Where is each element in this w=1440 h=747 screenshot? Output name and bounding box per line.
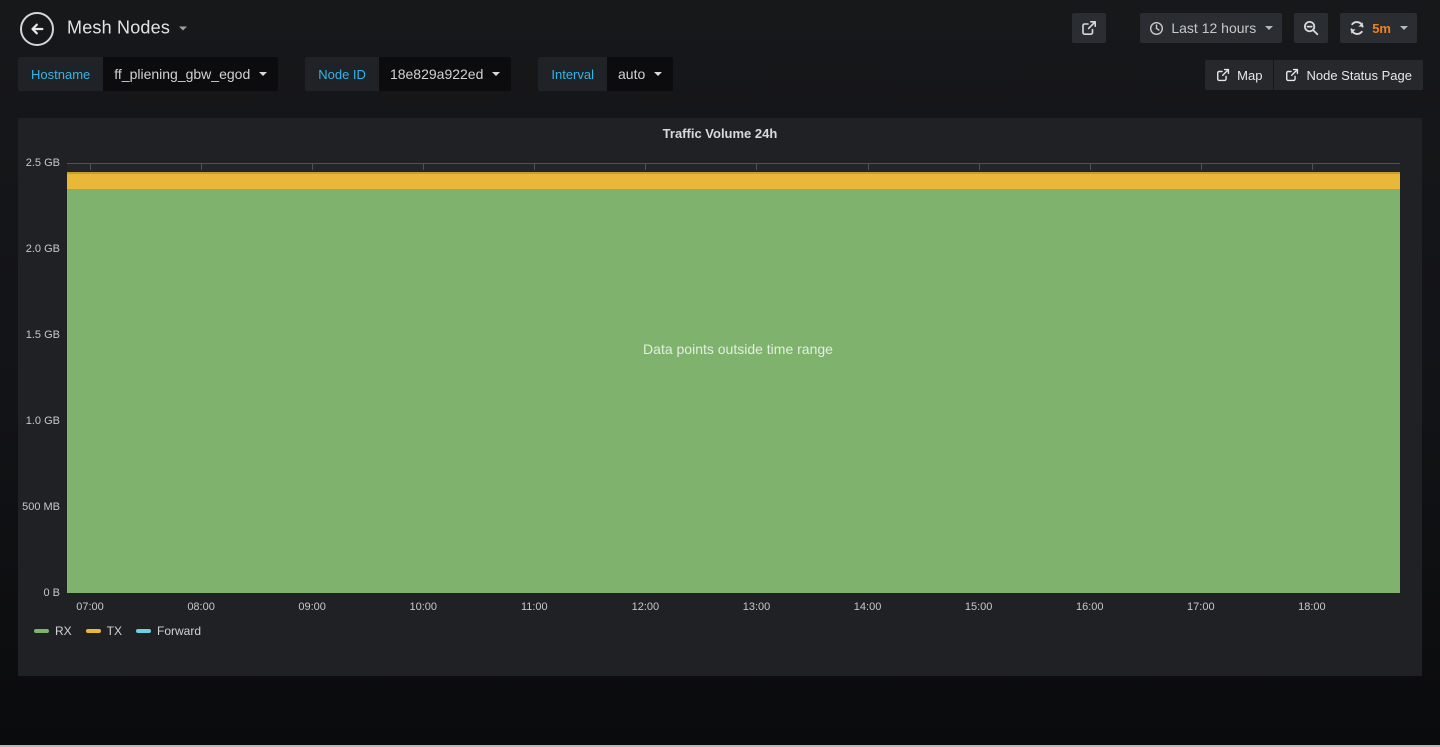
- variable-hostname-value: ff_pliening_gbw_egod: [114, 66, 250, 82]
- x-tick-label: 16:00: [1076, 601, 1104, 613]
- axis-tick-mark: [90, 164, 91, 170]
- refresh-button[interactable]: 5m: [1340, 13, 1417, 43]
- legend-series-name: Forward: [157, 624, 201, 638]
- zoom-out-icon: [1303, 20, 1319, 36]
- series-band-tx: [67, 172, 1400, 189]
- legend-item-rx[interactable]: RX: [34, 624, 72, 638]
- x-tick-label: 11:00: [521, 601, 548, 613]
- traffic-volume-panel: Traffic Volume 24h 2.5 GB 2.0 GB 1.5 GB 1.0…: [18, 118, 1422, 676]
- back-button[interactable]: [20, 12, 54, 46]
- variable-interval-value: auto: [618, 66, 645, 82]
- template-variables: Hostname ff_pliening_gbw_egod Node ID 18…: [18, 57, 673, 91]
- axis-tick-mark: [1312, 164, 1313, 170]
- x-tick-label: 18:00: [1298, 601, 1326, 613]
- legend-item-tx[interactable]: TX: [86, 624, 122, 638]
- node-status-page-link-label: Node Status Page: [1306, 68, 1412, 83]
- x-tick-label: 13:00: [743, 601, 771, 613]
- axis-tick-mark: [534, 164, 535, 170]
- axis-tick-mark: [645, 164, 646, 170]
- grafana-dashboard: Mesh Nodes Last 12 ho: [0, 0, 1440, 747]
- refresh-icon: [1349, 20, 1365, 36]
- series-band-rx: [67, 189, 1400, 593]
- axis-tick-mark: [979, 164, 980, 170]
- x-tick-label: 15:00: [965, 601, 993, 613]
- share-button[interactable]: [1072, 13, 1106, 43]
- dashboard-toolbar: Last 12 hours: [1072, 13, 1417, 43]
- y-tick-label: 1.5 GB: [18, 329, 60, 341]
- time-range-picker[interactable]: Last 12 hours: [1140, 13, 1282, 43]
- chevron-down-icon: [1400, 26, 1408, 30]
- header-bar: Mesh Nodes Last 12 ho: [0, 0, 1440, 56]
- variable-nodeid-label: Node ID: [305, 57, 379, 91]
- variable-hostname-select[interactable]: ff_pliening_gbw_egod: [103, 57, 278, 91]
- chevron-down-icon: [179, 26, 187, 30]
- legend-series-name: RX: [55, 624, 72, 638]
- node-status-page-link-button[interactable]: Node Status Page: [1274, 60, 1423, 90]
- plot-area[interactable]: Data points outside time range: [67, 163, 1400, 593]
- panel-title[interactable]: Traffic Volume 24h: [18, 118, 1422, 141]
- y-tick-label: 2.0 GB: [18, 243, 60, 255]
- chevron-down-icon: [492, 72, 500, 76]
- y-tick-label: 0 B: [18, 587, 60, 599]
- external-link-icon: [1285, 68, 1299, 82]
- share-icon: [1081, 20, 1097, 36]
- axis-tick-mark: [1090, 164, 1091, 170]
- x-tick-label: 08:00: [187, 601, 215, 613]
- time-range-label: Last 12 hours: [1171, 20, 1256, 36]
- dashboard-title-dropdown[interactable]: Mesh Nodes: [67, 18, 187, 39]
- axis-tick-mark: [201, 164, 202, 170]
- map-link-label: Map: [1237, 68, 1262, 83]
- y-tick-label: 2.5 GB: [18, 157, 60, 169]
- axis-tick-mark: [868, 164, 869, 170]
- variable-hostname-label: Hostname: [18, 57, 103, 91]
- map-link-button[interactable]: Map: [1205, 60, 1273, 90]
- variable-nodeid-select[interactable]: 18e829a922ed: [379, 57, 511, 91]
- x-tick-label: 09:00: [298, 601, 326, 613]
- arrow-left-icon: [28, 20, 46, 38]
- legend-color-dash: [34, 629, 49, 633]
- dashboard-links: Map Node Status Page: [1205, 60, 1423, 90]
- legend-series-name: TX: [107, 624, 122, 638]
- variable-interval: Interval auto: [538, 57, 673, 91]
- submenu-bar: Hostname ff_pliening_gbw_egod Node ID 18…: [0, 56, 1440, 102]
- variable-nodeid-value: 18e829a922ed: [390, 66, 483, 82]
- y-tick-label: 500 MB: [18, 501, 60, 513]
- chevron-down-icon: [259, 72, 267, 76]
- variable-interval-label: Interval: [538, 57, 607, 91]
- zoom-out-button[interactable]: [1294, 13, 1328, 43]
- y-axis: 2.5 GB2.0 GB1.5 GB1.0 GB500 MB0 B: [18, 163, 60, 593]
- legend-color-dash: [136, 629, 151, 633]
- legend: RX TX Forward: [34, 624, 201, 638]
- external-link-icon: [1216, 68, 1230, 82]
- legend-item-forward[interactable]: Forward: [136, 624, 201, 638]
- refresh-interval-label: 5m: [1372, 21, 1391, 36]
- x-tick-label: 07:00: [76, 601, 104, 613]
- y-tick-label: 1.0 GB: [18, 415, 60, 427]
- legend-color-dash: [86, 629, 101, 633]
- x-axis: 07:00 08:00 09:00 10:00 11:00 12:00 13:00 14:00…: [67, 593, 1400, 615]
- chevron-down-icon: [654, 72, 662, 76]
- chevron-down-icon: [1265, 26, 1273, 30]
- variable-interval-select[interactable]: auto: [607, 57, 673, 91]
- x-tick-label: 14:00: [854, 601, 882, 613]
- x-tick-label: 10:00: [409, 601, 437, 613]
- axis-tick-mark: [1201, 164, 1202, 170]
- clock-icon: [1149, 21, 1164, 36]
- axis-tick-mark: [756, 164, 757, 170]
- x-tick-label: 12:00: [632, 601, 660, 613]
- variable-hostname: Hostname ff_pliening_gbw_egod: [18, 57, 278, 91]
- x-tick-label: 17:00: [1187, 601, 1215, 613]
- dashboard-title: Mesh Nodes: [67, 18, 170, 39]
- variable-nodeid: Node ID 18e829a922ed: [305, 57, 511, 91]
- axis-tick-mark: [423, 164, 424, 170]
- axis-tick-mark: [312, 164, 313, 170]
